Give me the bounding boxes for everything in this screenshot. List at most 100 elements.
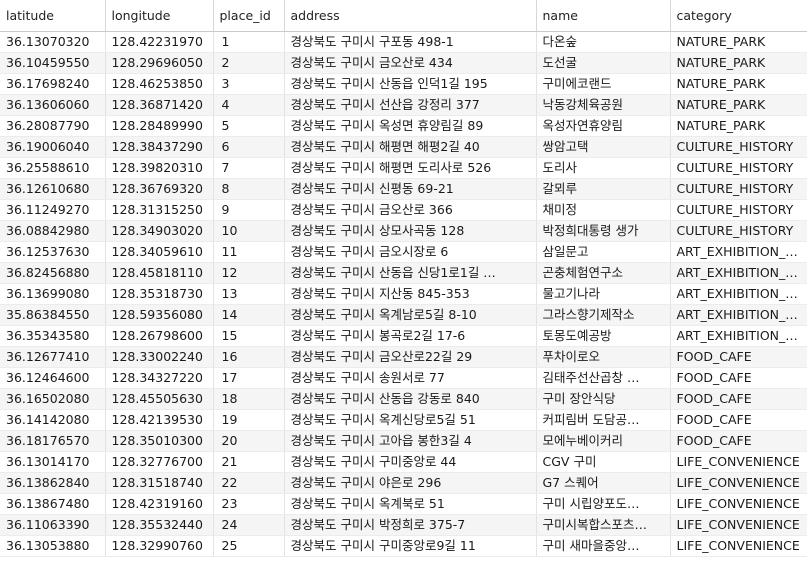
cell-place-id[interactable]: 24 [213, 514, 285, 536]
cell-latitude[interactable]: 36.11249270 [0, 199, 106, 221]
cell-name[interactable]: G7 스퀘어 [536, 472, 671, 494]
cell-place-id[interactable]: 12 [213, 262, 285, 284]
cell-latitude[interactable]: 36.19006040 [0, 136, 106, 158]
cell-category[interactable]: LIFE_CONVENIENCE [670, 451, 807, 473]
column-header-latitude[interactable]: latitude [0, 0, 106, 32]
table-row[interactable]: 36.28087790 128.28489990 5 경상북도 구미시 옥성면 휴양림… [0, 115, 807, 137]
cell-latitude[interactable]: 36.13070320 [0, 31, 106, 53]
table-row[interactable]: 36.11063390 128.35532440 24 경상북도 구미시 박정희로 3… [0, 514, 807, 536]
cell-longitude[interactable]: 128.46253850 [105, 73, 214, 95]
cell-longitude[interactable]: 128.26798600 [105, 325, 214, 347]
cell-longitude[interactable]: 128.42231970 [105, 31, 214, 53]
cell-category[interactable]: LIFE_CONVENIENCE [670, 472, 807, 494]
cell-latitude[interactable]: 36.11063390 [0, 514, 106, 536]
table-row[interactable]: 36.35343580 128.26798600 15 경상북도 구미시 봉곡로2길 … [0, 325, 807, 347]
cell-address[interactable]: 경상북도 구미시 지산동 845-353 [284, 283, 537, 305]
cell-latitude[interactable]: 36.28087790 [0, 115, 106, 137]
cell-name[interactable]: 모에누베이커리 [536, 430, 671, 452]
cell-category[interactable]: LIFE_CONVENIENCE [670, 493, 807, 515]
table-row[interactable]: 35.86384550 128.59356080 14 경상북도 구미시 옥계남로5길… [0, 304, 807, 326]
cell-address[interactable]: 경상북도 구미시 해평면 도리사로 526 [284, 157, 537, 179]
table-row[interactable]: 36.13699080 128.35318730 13 경상북도 구미시 지산동 84… [0, 283, 807, 305]
cell-name[interactable]: 다온숲 [536, 31, 671, 53]
cell-place-id[interactable]: 19 [213, 409, 285, 431]
cell-longitude[interactable]: 128.32990760 [105, 535, 214, 557]
cell-category[interactable]: FOOD_CAFE [670, 409, 807, 431]
cell-longitude[interactable]: 128.42139530 [105, 409, 214, 431]
table-row[interactable]: 36.10459550 128.29696050 2 경상북도 구미시 금오산로 43… [0, 52, 807, 74]
cell-name[interactable]: 낙동강체육공원 [536, 94, 671, 116]
cell-category[interactable]: CULTURE_HISTORY [670, 157, 807, 179]
cell-category[interactable]: ART_EXHIBITION_… [670, 283, 807, 305]
table-row[interactable]: 36.11249270 128.31315250 9 경상북도 구미시 금오산로 36… [0, 199, 807, 221]
cell-category[interactable]: LIFE_CONVENIENCE [670, 535, 807, 557]
cell-latitude[interactable]: 36.35343580 [0, 325, 106, 347]
cell-place-id[interactable]: 10 [213, 220, 285, 242]
column-header-address[interactable]: address [284, 0, 537, 32]
cell-latitude[interactable]: 36.16502080 [0, 388, 106, 410]
cell-name[interactable]: 쌍암고택 [536, 136, 671, 158]
cell-category[interactable]: CULTURE_HISTORY [670, 136, 807, 158]
cell-latitude[interactable]: 36.82456880 [0, 262, 106, 284]
cell-longitude[interactable]: 128.33002240 [105, 346, 214, 368]
cell-longitude[interactable]: 128.34059610 [105, 241, 214, 263]
cell-longitude[interactable]: 128.36871420 [105, 94, 214, 116]
cell-place-id[interactable]: 4 [213, 94, 285, 116]
cell-name[interactable]: CGV 구미 [536, 451, 671, 473]
cell-place-id[interactable]: 15 [213, 325, 285, 347]
cell-latitude[interactable]: 36.18176570 [0, 430, 106, 452]
cell-name[interactable]: 옥성자연휴양림 [536, 115, 671, 137]
cell-longitude[interactable]: 128.31315250 [105, 199, 214, 221]
cell-place-id[interactable]: 14 [213, 304, 285, 326]
cell-name[interactable]: 구미 시립양포도… [536, 493, 671, 515]
cell-longitude[interactable]: 128.59356080 [105, 304, 214, 326]
cell-category[interactable]: FOOD_CAFE [670, 388, 807, 410]
cell-address[interactable]: 경상북도 구미시 산동읍 신당1로1길 … [284, 262, 537, 284]
table-row[interactable]: 36.13606060 128.36871420 4 경상북도 구미시 선산읍 강정리… [0, 94, 807, 116]
cell-category[interactable]: NATURE_PARK [670, 115, 807, 137]
cell-place-id[interactable]: 11 [213, 241, 285, 263]
cell-place-id[interactable]: 23 [213, 493, 285, 515]
table-row[interactable]: 36.13862840 128.31518740 22 경상북도 구미시 야은로 29… [0, 472, 807, 494]
cell-category[interactable]: LIFE_CONVENIENCE [670, 514, 807, 536]
cell-address[interactable]: 경상북도 구미시 옥계신당로5길 51 [284, 409, 537, 431]
cell-address[interactable]: 경상북도 구미시 상모사곡동 128 [284, 220, 537, 242]
cell-latitude[interactable]: 36.13699080 [0, 283, 106, 305]
cell-name[interactable]: 구미시복합스포츠… [536, 514, 671, 536]
cell-latitude[interactable]: 36.13606060 [0, 94, 106, 116]
cell-latitude[interactable]: 36.08842980 [0, 220, 106, 242]
cell-name[interactable]: 도리사 [536, 157, 671, 179]
table-row[interactable]: 36.82456880 128.45818110 12 경상북도 구미시 산동읍 신당… [0, 262, 807, 284]
cell-address[interactable]: 경상북도 구미시 옥계남로5길 8-10 [284, 304, 537, 326]
cell-place-id[interactable]: 2 [213, 52, 285, 74]
table-row[interactable]: 36.16502080 128.45505630 18 경상북도 구미시 산동읍 강동… [0, 388, 807, 410]
cell-category[interactable]: ART_EXHIBITION_… [670, 262, 807, 284]
cell-longitude[interactable]: 128.45818110 [105, 262, 214, 284]
cell-place-id[interactable]: 22 [213, 472, 285, 494]
cell-category[interactable]: NATURE_PARK [670, 52, 807, 74]
cell-address[interactable]: 경상북도 구미시 박정희로 375-7 [284, 514, 537, 536]
cell-name[interactable]: 그라스향기제작소 [536, 304, 671, 326]
cell-name[interactable]: 채미정 [536, 199, 671, 221]
table-row[interactable]: 36.12537630 128.34059610 11 경상북도 구미시 금오시장로 … [0, 241, 807, 263]
cell-latitude[interactable]: 35.86384550 [0, 304, 106, 326]
cell-longitude[interactable]: 128.39820310 [105, 157, 214, 179]
cell-name[interactable]: 토몽도예공방 [536, 325, 671, 347]
table-row[interactable]: 36.12610680 128.36769320 8 경상북도 구미시 신평동 69-… [0, 178, 807, 200]
cell-longitude[interactable]: 128.35318730 [105, 283, 214, 305]
cell-place-id[interactable]: 9 [213, 199, 285, 221]
cell-place-id[interactable]: 13 [213, 283, 285, 305]
cell-category[interactable]: CULTURE_HISTORY [670, 220, 807, 242]
cell-name[interactable]: 도선굴 [536, 52, 671, 74]
cell-longitude[interactable]: 128.31518740 [105, 472, 214, 494]
column-header-category[interactable]: category [670, 0, 807, 32]
cell-category[interactable]: NATURE_PARK [670, 31, 807, 53]
cell-category[interactable]: FOOD_CAFE [670, 430, 807, 452]
cell-longitude[interactable]: 128.29696050 [105, 52, 214, 74]
cell-place-id[interactable]: 21 [213, 451, 285, 473]
cell-name[interactable]: 구미에코랜드 [536, 73, 671, 95]
cell-place-id[interactable]: 5 [213, 115, 285, 137]
cell-name[interactable]: 박정희대통령 생가 [536, 220, 671, 242]
cell-longitude[interactable]: 128.28489990 [105, 115, 214, 137]
cell-name[interactable]: 푸차이로오 [536, 346, 671, 368]
